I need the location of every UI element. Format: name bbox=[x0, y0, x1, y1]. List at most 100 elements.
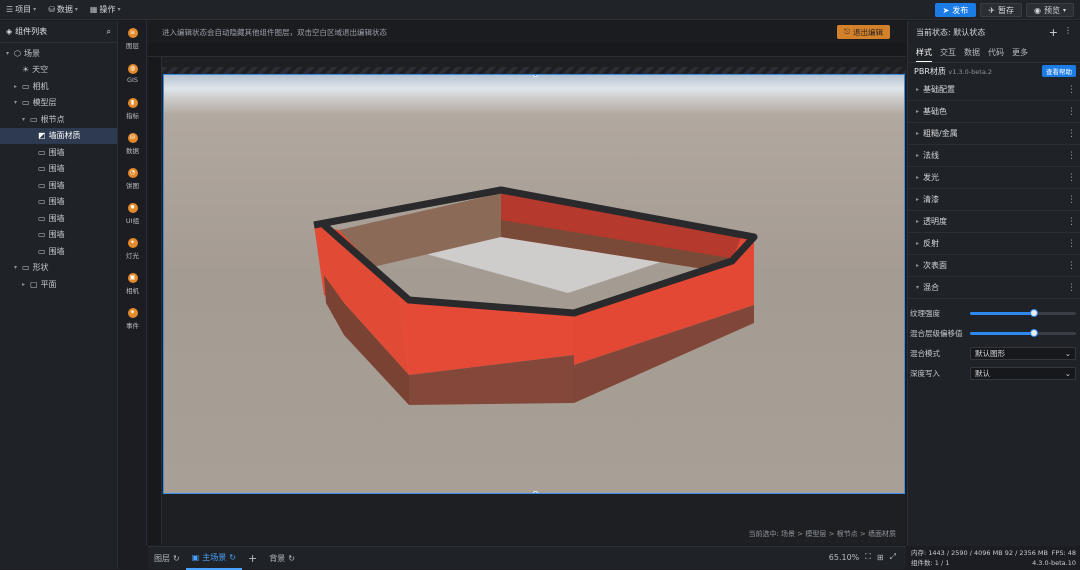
properties-tab[interactable]: 样式 bbox=[916, 44, 932, 62]
property-section[interactable]: ▸ 次表面 ⋮ bbox=[908, 255, 1080, 277]
preview-button[interactable]: ◉ 预览 ▾ bbox=[1026, 3, 1074, 17]
more-icon[interactable]: ⋮ bbox=[1067, 217, 1076, 227]
property-section[interactable]: ▸ 基础配置 ⋮ bbox=[908, 79, 1080, 101]
save-draft-button[interactable]: ✈ 暂存 bbox=[980, 3, 1022, 17]
component-count: 组件数: 1 / 1 bbox=[911, 559, 950, 567]
fit-icon[interactable]: ⛶ bbox=[865, 552, 871, 562]
tree-item[interactable]: ▭ 围墙 bbox=[0, 210, 117, 227]
slider-knob[interactable] bbox=[1029, 328, 1038, 337]
grid-toggle-icon[interactable]: ⊞ bbox=[877, 553, 884, 562]
tree-item[interactable]: ▸ ▢ 平面 bbox=[0, 276, 117, 293]
more-icon[interactable]: ⋮ bbox=[1067, 239, 1076, 249]
properties-tab[interactable]: 更多 bbox=[1012, 44, 1028, 61]
menu-project[interactable]: ☰ 项目 ▾ bbox=[0, 0, 42, 20]
more-icon[interactable]: ⋮ bbox=[1067, 129, 1076, 139]
property-section[interactable]: ▾ 混合 ⋮ bbox=[908, 277, 1080, 299]
property-section[interactable]: ▸ 反射 ⋮ bbox=[908, 233, 1080, 255]
more-icon[interactable]: ⋮ bbox=[1067, 195, 1076, 205]
tree-item-label: 围墙 bbox=[48, 230, 65, 240]
menu-operation[interactable]: ▦ 操作 ▾ bbox=[84, 0, 127, 20]
caret-down-icon[interactable]: ▾ bbox=[20, 116, 27, 123]
help-button[interactable]: 查看帮助 bbox=[1042, 65, 1076, 77]
caret-down-icon[interactable]: ▾ bbox=[4, 50, 11, 57]
tree-item[interactable]: ▭ 围墙 bbox=[0, 227, 117, 244]
tool-gear[interactable]: ✹ UI组 bbox=[119, 196, 146, 231]
tree-item[interactable]: ▸ ▭ 相机 bbox=[0, 78, 117, 95]
menu-operation-label: 操作 bbox=[99, 5, 116, 14]
eye-icon: ◉ bbox=[1034, 5, 1041, 15]
tree-item[interactable]: ▾ ⬡ 场景 bbox=[0, 45, 117, 62]
property-row: 混合模式 默认图形 ⌄ bbox=[908, 343, 1080, 363]
caret-down-icon[interactable]: ▾ bbox=[12, 264, 19, 271]
properties-tab[interactable]: 代码 bbox=[988, 44, 1004, 61]
tree-item[interactable]: ◩ 墙面材质 bbox=[0, 127, 117, 144]
tab-background[interactable]: 背景 ↻ bbox=[263, 547, 301, 570]
caret-right-icon: ▸ bbox=[916, 130, 920, 137]
tree-item[interactable]: ▾ ▭ 形状 bbox=[0, 260, 117, 277]
more-icon[interactable]: ⋮ bbox=[1067, 151, 1076, 161]
tool-layers[interactable]: ≡ 图层 bbox=[119, 21, 146, 56]
ruler-horizontal[interactable] bbox=[148, 43, 906, 57]
caret-right-icon: ▸ bbox=[916, 174, 920, 181]
caret-right-icon[interactable]: ▸ bbox=[12, 83, 19, 90]
current-state[interactable]: 当前状态: 默认状态 bbox=[916, 27, 985, 38]
add-tab-button[interactable]: + bbox=[242, 547, 263, 570]
add-state-button[interactable]: + bbox=[1049, 26, 1058, 39]
tool-camera[interactable]: ▣ 相机 bbox=[119, 266, 146, 301]
tool-bulb[interactable]: ✦ 灯光 bbox=[119, 231, 146, 266]
search-icon[interactable]: ⌕ bbox=[107, 27, 111, 37]
tree-item[interactable]: ▭ 围墙 bbox=[0, 161, 117, 178]
tab-layer[interactable]: 图层 ↻ bbox=[148, 547, 186, 570]
publish-button[interactable]: ➤ 发布 bbox=[934, 3, 977, 17]
tree-item[interactable]: ▭ 围墙 bbox=[0, 243, 117, 260]
ruler-vertical[interactable] bbox=[148, 57, 162, 545]
tree-item[interactable]: ▭ 围墙 bbox=[0, 144, 117, 161]
tab-main-scene[interactable]: ▣ 主场景 ↻ bbox=[185, 547, 242, 570]
more-icon[interactable]: ⋮ bbox=[1067, 107, 1076, 117]
tool-globe[interactable]: ◍ GIS bbox=[119, 56, 146, 91]
more-icon[interactable]: ⋮ bbox=[1067, 283, 1076, 293]
fullscreen-icon[interactable]: ⤢ bbox=[890, 552, 896, 562]
menu-data[interactable]: ⛁ 数据 ▾ bbox=[42, 0, 84, 20]
tree-item[interactable]: ☀ 天空 bbox=[0, 62, 117, 79]
wall-model[interactable] bbox=[164, 75, 905, 494]
tool-database[interactable]: ⛁ 数据 bbox=[119, 126, 146, 161]
folder-icon: ▭ bbox=[22, 98, 30, 108]
property-section[interactable]: ▸ 粗糙/金属 ⋮ bbox=[908, 123, 1080, 145]
add-tab-label: + bbox=[247, 551, 258, 565]
tree-item[interactable]: ▭ 围墙 bbox=[0, 177, 117, 194]
property-section[interactable]: ▸ 基础色 ⋮ bbox=[908, 101, 1080, 123]
more-icon[interactable]: ⋮ bbox=[1064, 26, 1072, 39]
tree-item[interactable]: ▾ ▭ 模型层 bbox=[0, 95, 117, 112]
exit-edit-button[interactable]: ⎋ 退出编辑 bbox=[837, 25, 890, 39]
property-select[interactable]: 默认图形 ⌄ bbox=[970, 346, 1076, 360]
property-section[interactable]: ▸ 清漆 ⋮ bbox=[908, 189, 1080, 211]
section-label: 粗糙/金属 bbox=[923, 129, 958, 138]
more-icon[interactable]: ⋮ bbox=[1067, 173, 1076, 183]
tree-item-label: 场景 bbox=[23, 48, 40, 58]
tree-item[interactable]: ▭ 围墙 bbox=[0, 194, 117, 211]
section-label: 基础色 bbox=[923, 107, 948, 116]
caret-right-icon[interactable]: ▸ bbox=[20, 281, 27, 288]
more-icon[interactable]: ⋮ bbox=[1067, 85, 1076, 95]
caret-down-icon[interactable]: ▾ bbox=[12, 99, 19, 106]
tool-pie[interactable]: ◔ 饼图 bbox=[119, 161, 146, 196]
properties-tab[interactable]: 交互 bbox=[940, 44, 956, 61]
resize-handle-bottom[interactable] bbox=[533, 491, 538, 493]
property-section[interactable]: ▸ 透明度 ⋮ bbox=[908, 211, 1080, 233]
property-slider[interactable] bbox=[970, 308, 1076, 317]
property-slider[interactable] bbox=[970, 328, 1076, 337]
3d-viewport[interactable] bbox=[163, 74, 905, 494]
component-list-panel: ◈ 组件列表 ⌕ ▾ ⬡ 场景 ☀ 天空 ▸ ▭ 相机 ▾ ▭ 模型层 ▾ ▭ 根节点 ◩ 墙面材质 ▭ 围墙 ▭ 围… bbox=[0, 21, 118, 569]
properties-tab[interactable]: 数据 bbox=[964, 44, 980, 61]
property-section[interactable]: ▸ 发光 ⋮ bbox=[908, 167, 1080, 189]
slider-knob[interactable] bbox=[1029, 308, 1038, 317]
tree-item[interactable]: ▾ ▭ 根节点 bbox=[0, 111, 117, 128]
tool-chart[interactable]: ▮ 指标 bbox=[119, 91, 146, 126]
zoom-level[interactable]: 65.10% bbox=[829, 553, 860, 562]
property-select[interactable]: 默认 ⌄ bbox=[970, 366, 1076, 380]
property-section[interactable]: ▸ 法线 ⋮ bbox=[908, 145, 1080, 167]
more-icon[interactable]: ⋮ bbox=[1067, 261, 1076, 271]
tool-flame[interactable]: ✷ 事件 bbox=[119, 301, 146, 336]
property-label: 深度写入 bbox=[910, 368, 940, 378]
